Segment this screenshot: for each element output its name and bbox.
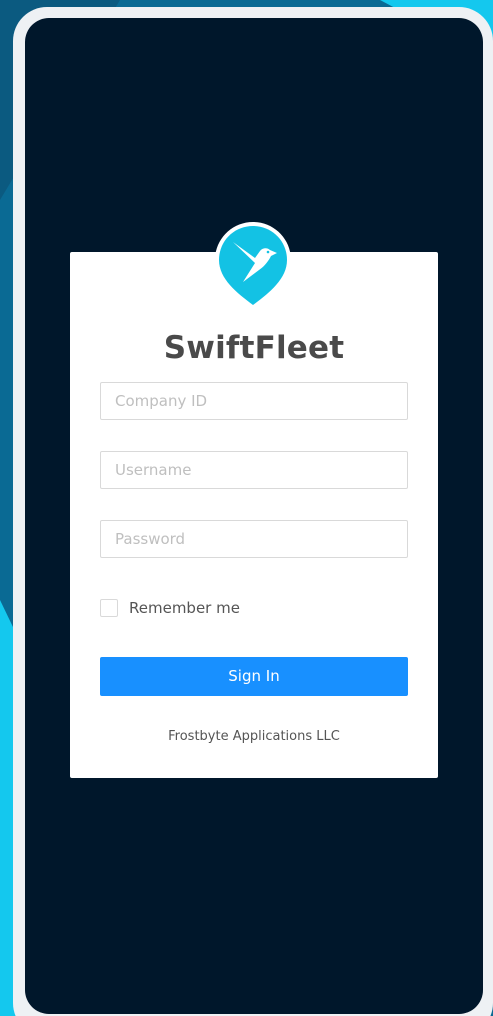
remember-me-checkbox[interactable] (100, 599, 118, 617)
remember-me-label: Remember me (129, 599, 240, 617)
remember-me-option[interactable]: Remember me (100, 597, 240, 619)
app-logo (213, 220, 293, 312)
app-title: SwiftFleet (163, 330, 345, 366)
username-input[interactable] (100, 451, 408, 489)
sign-in-button[interactable]: Sign In (100, 657, 408, 696)
company-footer: Frostbyte Applications LLC (168, 729, 340, 744)
password-input[interactable] (100, 520, 408, 558)
bird-icon (215, 222, 291, 310)
company-id-input[interactable] (100, 382, 408, 420)
